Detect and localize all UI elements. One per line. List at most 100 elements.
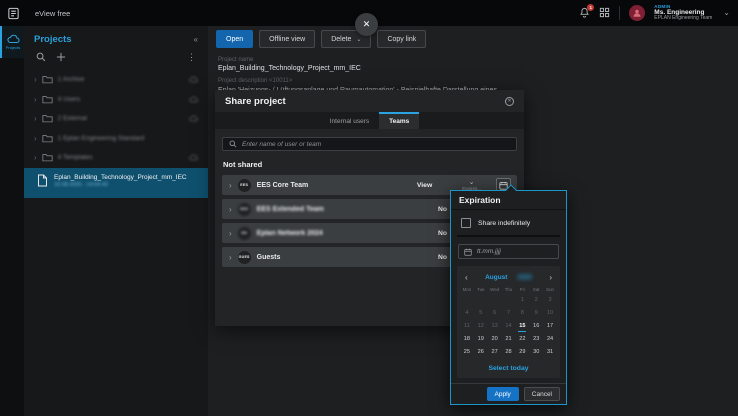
calendar-day-13[interactable]: 13 — [488, 320, 502, 333]
calendar-day-27[interactable]: 27 — [488, 346, 502, 359]
calendar-day-6[interactable]: 6 — [488, 307, 502, 320]
search-icon[interactable] — [36, 52, 46, 62]
calendar-day-2[interactable]: 2 — [529, 294, 543, 307]
add-project-icon[interactable] — [56, 52, 66, 62]
calendar-day-20[interactable]: 20 — [488, 333, 502, 346]
close-project-view-button[interactable]: ✕ — [355, 13, 378, 36]
team-search-input[interactable]: Enter name of user or team — [222, 137, 517, 151]
calendar-day-3[interactable]: 3 — [543, 294, 557, 307]
tab-internal-users[interactable]: Internal users — [320, 112, 379, 129]
calendar-day-19[interactable]: 19 — [474, 333, 488, 346]
cloud-icon — [189, 154, 198, 161]
tree-item[interactable]: ›2 External — [24, 109, 208, 129]
next-month-icon[interactable]: › — [542, 273, 552, 282]
select-today-link[interactable]: Select today — [460, 365, 557, 372]
access-level-value[interactable]: View — [417, 182, 432, 189]
calendar-empty-cell — [502, 294, 516, 307]
calendar-grid: 1234567891011121314151617181920212223242… — [460, 294, 557, 359]
tree-item[interactable]: ›4 Templates — [24, 148, 208, 168]
calendar-day-11[interactable]: 11 — [460, 320, 474, 333]
app-window: eView free 1 ADMIN Ms. Engineering EPLAN… — [0, 0, 738, 416]
chevron-right-icon[interactable]: › — [229, 205, 232, 214]
calendar-day-14[interactable]: 14 — [502, 320, 516, 333]
access-level-value[interactable]: No — [438, 254, 447, 261]
calendar-day-26[interactable]: 26 — [474, 346, 488, 359]
tree-item-label: 2 External — [58, 115, 184, 122]
apps-grid-icon — [599, 7, 610, 18]
person-icon — [632, 8, 642, 18]
calendar-day-8[interactable]: 8 — [515, 307, 529, 320]
cancel-button[interactable]: Cancel — [524, 387, 560, 401]
calendar-day-9[interactable]: 9 — [529, 307, 543, 320]
access-level-value[interactable]: No — [438, 206, 447, 213]
calendar-day-29[interactable]: 29 — [515, 346, 529, 359]
calendar-empty-cell — [460, 294, 474, 307]
tab-teams[interactable]: Teams — [379, 112, 419, 129]
project-name-value: Eplan_Building_Technology_Project_mm_IEC — [218, 65, 738, 72]
topbar-divider — [619, 6, 620, 20]
open-button[interactable]: Open — [216, 30, 253, 48]
access-level-value[interactable]: No — [438, 230, 447, 237]
calendar-day-16[interactable]: 16 — [529, 320, 543, 333]
not-shared-section-label: Not shared — [223, 160, 517, 169]
calendar-day-22[interactable]: 22 — [515, 333, 529, 346]
weekday-label: Fri — [515, 287, 529, 292]
notification-badge: 1 — [587, 4, 594, 11]
calendar-day-28[interactable]: 28 — [502, 346, 516, 359]
expiration-date-input[interactable]: tt.mm.jjjj — [458, 244, 559, 259]
chevron-right-icon[interactable]: › — [229, 181, 232, 190]
calendar-empty-cell — [474, 294, 488, 307]
calendar-month[interactable]: August — [485, 274, 507, 281]
calendar-year[interactable]: 2025 — [517, 274, 531, 281]
calendar-day-25[interactable]: 25 — [460, 346, 474, 359]
share-indefinitely-checkbox[interactable] — [461, 218, 471, 228]
chevron-right-icon[interactable]: › — [229, 229, 232, 238]
calendar-day-12[interactable]: 12 — [474, 320, 488, 333]
user-menu[interactable]: ADMIN Ms. Engineering EPLAN Engineering … — [654, 4, 712, 22]
calendar-day-21[interactable]: 21 — [502, 333, 516, 346]
chevron-right-icon[interactable]: › — [229, 253, 232, 262]
calendar-day-15[interactable]: 15 — [515, 320, 529, 333]
calendar-day-23[interactable]: 23 — [529, 333, 543, 346]
previous-month-icon[interactable]: ‹ — [465, 273, 475, 282]
selected-project-timestamp: 10.08.2025 - 14:04:43 — [54, 182, 187, 188]
calendar-day-4[interactable]: 4 — [460, 307, 474, 320]
weekday-label: Thu — [502, 287, 516, 292]
app-title: eView free — [35, 9, 70, 18]
calendar-day-31[interactable]: 31 — [543, 346, 557, 359]
tree-item[interactable]: ›1 Eplan Engineering Standard — [24, 129, 208, 149]
tree-item-label: 1 Archive — [58, 76, 184, 83]
folder-icon — [42, 153, 53, 162]
calendar-day-18[interactable]: 18 — [460, 333, 474, 346]
dialog-close-icon[interactable]: ✕ — [505, 97, 514, 106]
notifications-button[interactable]: 1 — [579, 7, 590, 18]
calendar-day-30[interactable]: 30 — [529, 346, 543, 359]
calendar-day-17[interactable]: 17 — [543, 320, 557, 333]
dialog-tab-bar: Internal users Teams — [215, 112, 524, 129]
calendar-day-24[interactable]: 24 — [543, 333, 557, 346]
selected-project-item[interactable]: Eplan_Building_Technology_Project_mm_IEC… — [24, 168, 208, 198]
rail-item-projects[interactable]: Projects — [0, 26, 24, 58]
team-name: EES Extended Team — [257, 206, 324, 213]
offline-view-button[interactable]: Offline view — [259, 30, 315, 48]
chevron-down-icon[interactable]: ⌄ — [723, 8, 730, 17]
user-avatar[interactable] — [629, 5, 645, 21]
collapse-sidebar-icon[interactable]: « — [194, 35, 198, 44]
calendar-day-1[interactable]: 1 — [515, 294, 529, 307]
tree-item[interactable]: ›4 Users — [24, 90, 208, 110]
copy-link-button[interactable]: Copy link — [377, 30, 426, 48]
date-placeholder: tt.mm.jjjj — [477, 248, 501, 255]
project-toolbar: Open Offline view Delete⌄ Copy link — [208, 26, 738, 48]
cloud-icon — [189, 76, 198, 83]
calendar-day-10[interactable]: 10 — [543, 307, 557, 320]
app-switcher-button[interactable] — [599, 7, 610, 18]
weekday-label: Tue — [474, 287, 488, 292]
tree-item[interactable]: ›1 Archive — [24, 70, 208, 90]
calendar-day-7[interactable]: 7 — [502, 307, 516, 320]
team-badge: EN — [238, 227, 251, 240]
sidebar-menu-icon[interactable]: ⋮ — [187, 52, 196, 63]
chevron-down-icon[interactable]: ⌄ — [469, 179, 475, 186]
apply-button[interactable]: Apply — [487, 387, 519, 401]
calendar-weekdays: MonTueWedThuFriSatSun — [460, 287, 557, 292]
calendar-day-5[interactable]: 5 — [474, 307, 488, 320]
